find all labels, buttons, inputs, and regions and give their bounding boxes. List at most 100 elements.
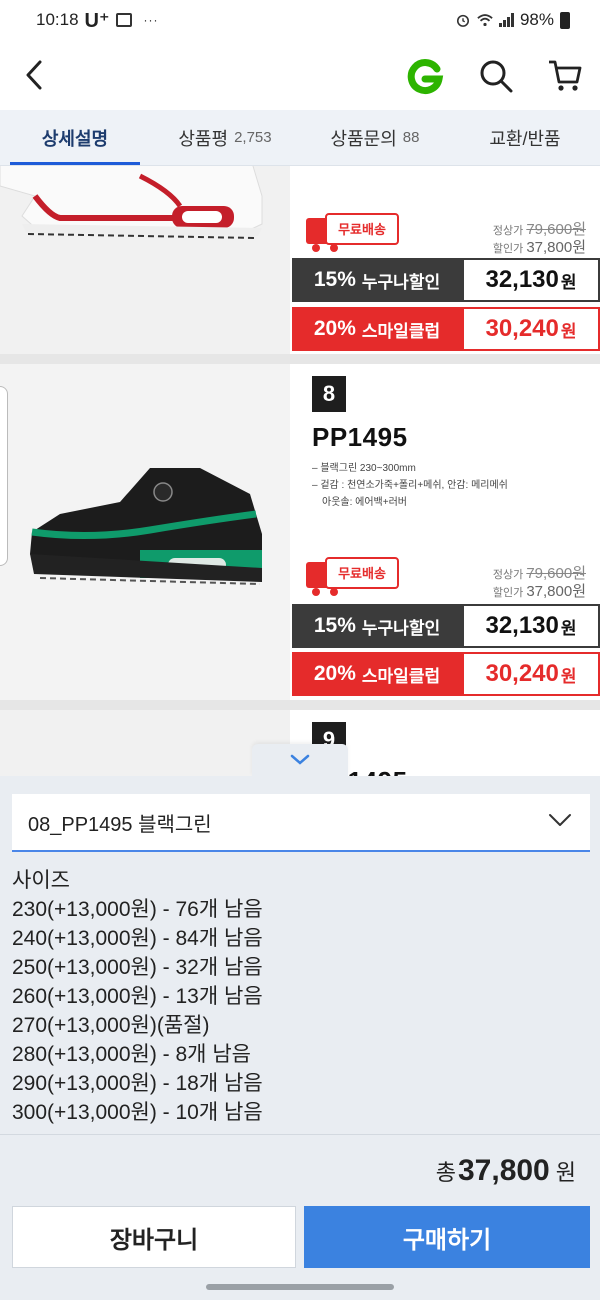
won-unit: 원 [560,272,577,292]
discount-price: 32,130 원 [462,604,600,648]
total-amount: 37,800 [457,1154,550,1187]
won-unit: 원 [560,666,577,686]
discount-name: 스마일클럽 [361,321,441,341]
g-logo-icon[interactable] [406,57,444,95]
size-option-item[interactable]: 300(+13,000원) - 10개 남음 [12,1098,263,1127]
everyone-discount-row: 15% 누구나할인 32,130 원 [292,604,600,648]
tab-label: 상품문의 [330,128,397,149]
desc-line: – 겉감 : 천연소가죽+폴리+메쉬, 안감: 메리메쉬 [312,480,508,491]
tab-inquiries[interactable]: 상품문의 88 [300,110,450,165]
add-to-cart-button[interactable]: 장바구니 [12,1206,296,1268]
size-option-item[interactable]: 250(+13,000원) - 32개 남음 [12,953,263,982]
sheet-divider [0,1134,600,1135]
desc-line: – 블랙그린 230~300mm [312,463,416,474]
discount-label: 15% 누구나할인 [292,604,462,648]
tab-details[interactable]: 상세설명 [0,110,150,165]
selected-option-text: 08_PP1495 블랙그린 [28,813,212,836]
size-option-item[interactable]: 260(+13,000원) - 13개 남음 [12,982,263,1011]
option-select[interactable]: 08_PP1495 블랙그린 [12,794,590,852]
product-image [0,710,290,776]
discount-percent: 20% [313,662,356,685]
tab-label: 상세설명 [41,128,109,149]
size-option-item[interactable]: 280(+13,000원) - 8개 남음 [12,1040,263,1069]
option-sheet: 08_PP1495 블랙그린 사이즈 230(+13,000원) - 76개 남… [0,776,600,1300]
tab-count: 2,753 [234,129,272,146]
product-separator [0,700,600,710]
discount-price-value: 30,240 [485,660,559,687]
discount-price: 32,130 원 [462,258,600,302]
product-number-badge: 8 [312,376,346,412]
discount-price-value: 32,130 [485,612,559,639]
battery-percent: 98% [519,10,554,29]
discount-price-value: 30,240 [485,315,559,342]
size-option-list: 사이즈 230(+13,000원) - 76개 남음 240(+13,000원)… [12,866,263,1127]
sale-price: 할인가 37,800원 [493,580,586,601]
sale-price-value: 37,800원 [526,583,586,600]
cart-icon[interactable] [546,56,584,94]
product-card: 8 PP1495 – 블랙그린 230~300mm – 겉감 : 천연소가죽+폴… [0,364,600,700]
chevron-left-icon[interactable] [20,58,50,92]
product-info: 8 PP1495 – 블랙그린 230~300mm – 겉감 : 천연소가죽+폴… [290,364,600,700]
chevron-down-icon [290,754,310,765]
desc-line: 아웃솔: 에어백+러버 [322,497,407,508]
image-notification-icon [115,13,132,27]
status-bar: 10:18 U⁺ ··· 98% [0,0,600,40]
signal-icon [498,13,514,27]
sale-price-label: 할인가 [492,243,524,255]
discount-name: 누구나할인 [361,618,441,638]
buy-now-button[interactable]: 구매하기 [304,1206,590,1268]
discount-percent: 20% [313,317,356,340]
product-code: PP1495 [312,422,408,452]
alarm-icon [456,14,470,27]
total-prefix: 총 [435,1160,456,1185]
everyone-discount-row: 15% 누구나할인 32,130 원 [292,258,600,302]
discount-label: 20% 스마일클럽 [292,307,462,351]
chevron-down-icon [549,814,571,826]
home-indicator[interactable] [206,1284,394,1290]
app-header [0,40,600,110]
status-time: 10:18 [36,10,79,29]
free-delivery-text: 무료배송 [338,222,386,238]
discount-name: 스마일클럽 [361,666,441,686]
tab-count: 88 [402,129,420,146]
free-delivery-badge: 무료배송 [306,557,399,596]
size-list-title: 사이즈 [12,869,70,892]
discount-price-value: 32,130 [485,266,559,293]
detail-tabs: 상세설명 상품평 2,753 상품문의 88 교환/반품 [0,110,600,166]
size-option-item[interactable]: 230(+13,000원) - 76개 남음 [12,895,263,924]
tab-exchange-return[interactable]: 교환/반품 [450,110,600,165]
battery-icon [560,11,570,29]
product-image-white-red [0,166,290,354]
won-unit: 원 [560,321,577,341]
tab-label: 교환/반품 [489,128,561,149]
free-delivery-badge: 무료배송 [306,213,399,252]
product-detail-content: 무료배송 정상가 79,600원 할인가 37,800원 15% 누구나할인 32… [0,166,600,776]
side-scroll-handle[interactable] [0,386,8,566]
product-separator [0,354,600,364]
won-unit: 원 [560,618,577,638]
sale-price: 할인가 37,800원 [493,236,586,257]
smile-club-discount-row: 20% 스마일클럽 30,240 원 [292,307,600,351]
discount-percent: 15% [313,614,356,637]
total-price: 총 37,800 원 [436,1154,576,1188]
total-unit: 원 [555,1160,576,1185]
tab-reviews[interactable]: 상품평 2,753 [150,110,300,165]
product-description: – 블랙그린 230~300mm – 겉감 : 천연소가죽+폴리+메쉬, 안감:… [312,460,508,511]
discount-price: 30,240 원 [462,307,600,351]
size-option-item[interactable]: 290(+13,000원) - 18개 남음 [12,1069,263,1098]
discount-label: 20% 스마일클럽 [292,652,462,696]
size-option-item[interactable]: 240(+13,000원) - 84개 남음 [12,924,263,953]
tab-label: 상품평 [178,128,229,149]
product-image-black-green [0,364,290,700]
product-info: 무료배송 정상가 79,600원 할인가 37,800원 15% 누구나할인 32… [290,166,600,354]
wifi-icon [477,14,493,27]
discount-name: 누구나할인 [361,272,441,292]
search-icon[interactable] [478,58,514,94]
product-card: 무료배송 정상가 79,600원 할인가 37,800원 15% 누구나할인 32… [0,166,600,354]
sale-price-label: 할인가 [492,587,524,599]
more-notifications-icon: ··· [143,13,159,27]
size-option-item-soldout[interactable]: 270(+13,000원)(품절) [12,1011,263,1040]
free-delivery-text: 무료배송 [338,566,386,582]
smile-club-discount-row: 20% 스마일클럽 30,240 원 [292,652,600,696]
sheet-collapse-tab[interactable] [252,744,348,776]
